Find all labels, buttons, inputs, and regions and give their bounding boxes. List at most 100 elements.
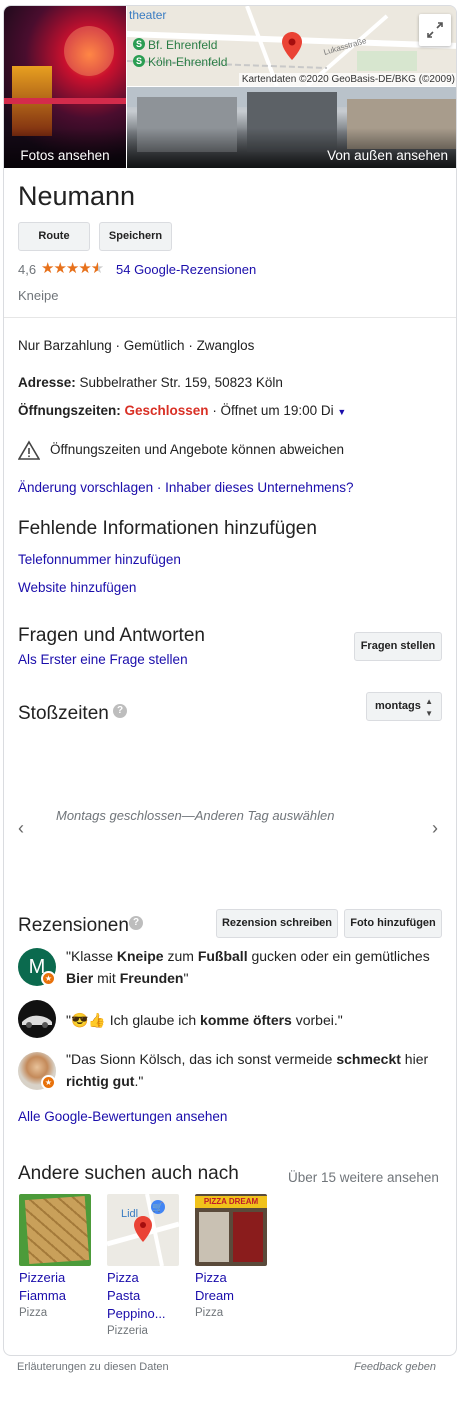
more-results-link[interactable]: Über 15 weitere ansehen	[288, 1170, 439, 1185]
map-copyright: Kartendaten ©2020 GeoBasis-DE/BKG (©2009…	[238, 73, 456, 86]
review-fragment: hier	[400, 1051, 429, 1067]
title-line: Dream	[195, 1288, 235, 1303]
rating-stars: ★★★★★	[41, 260, 104, 277]
street-view-caption: Von außen ansehen	[127, 128, 456, 168]
review-highlight: schmeckt	[336, 1051, 401, 1067]
link-separator: ·	[153, 480, 166, 495]
hours-row[interactable]: Öffnungszeiten: Geschlossen · Öffnet um …	[18, 403, 346, 418]
add-phone-link[interactable]: Telefonnummer hinzufügen	[18, 552, 181, 567]
hours-next: · Öffnet um 19:00 Di	[208, 403, 334, 418]
emoji-sunglasses-thumbsup-icon: 😎👍	[70, 1012, 106, 1028]
help-icon[interactable]: ?	[113, 704, 127, 718]
expand-icon	[427, 22, 443, 38]
suggest-edit-link[interactable]: Änderung vorschlagen	[18, 480, 153, 495]
light-glow	[64, 26, 114, 76]
attributes: Nur Barzahlung · Gemütlich · Zwanglos	[18, 338, 255, 353]
review-fragment: "	[183, 970, 189, 986]
edit-links: Änderung vorschlagen · Inhaber dieses Un…	[18, 480, 353, 495]
review-fragment: gucken oder ein gemütliches	[247, 948, 430, 964]
review-fragment: "Das Sionn Kölsch, das ich sonst vermeid…	[66, 1051, 337, 1067]
save-button[interactable]: Speichern	[99, 222, 172, 251]
hours-label: Öffnungszeiten:	[18, 403, 121, 418]
title-line: Peppino...	[107, 1306, 166, 1321]
address-row: Adresse: Subbelrather Str. 159, 50823 Kö…	[18, 375, 283, 390]
title-line: Pizza	[195, 1270, 227, 1285]
reviews-title: Rezensionen	[18, 915, 129, 936]
avatar[interactable]	[18, 1000, 56, 1038]
map-label-bf-ehrenfeld: Bf. Ehrenfeld	[148, 38, 218, 52]
street-view-photo[interactable]: Von außen ansehen	[127, 87, 456, 168]
add-website-link[interactable]: Website hinzufügen	[18, 580, 136, 595]
interior-photo[interactable]: Fotos ansehen	[4, 6, 126, 168]
rating-value: 4,6	[18, 262, 37, 277]
other-item-type: Pizza	[19, 1307, 48, 1319]
review-highlight: Bier	[66, 970, 94, 986]
pizza-image	[24, 1195, 90, 1265]
address-label: Adresse:	[18, 375, 76, 390]
review-highlight: richtig gut	[66, 1073, 135, 1089]
other-item-type: Pizzeria	[107, 1325, 148, 1337]
data-explanation-link[interactable]: Erläuterungen zu diesen Daten	[17, 1361, 169, 1373]
other-item-title[interactable]: Pizza Pasta Peppino...	[107, 1269, 187, 1323]
title-line: Pasta	[107, 1288, 141, 1303]
missing-info-title: Fehlende Informationen hinzufügen	[18, 518, 317, 539]
day-select-value: montags	[375, 700, 421, 712]
shop-window	[199, 1212, 229, 1262]
review-highlight: Fußball	[197, 948, 248, 964]
closed-message: Montags geschlossen—Anderen Tag auswähle…	[56, 808, 335, 823]
review-fragment: ."	[134, 1073, 144, 1089]
other-item-type: Pizza	[195, 1307, 224, 1319]
review-fragment: zum	[163, 948, 198, 964]
add-photo-button[interactable]: Foto hinzufügen	[344, 909, 442, 938]
popular-times-title: Stoßzeiten	[18, 703, 109, 724]
title-line: Pizzeria	[19, 1270, 66, 1285]
help-icon[interactable]: ?	[129, 916, 143, 930]
other-item-title[interactable]: Pizza Dream	[195, 1269, 275, 1305]
next-day-chevron-icon[interactable]: ›	[432, 818, 438, 839]
review-text: "Klasse Kneipe zum Fußball gucken oder e…	[66, 945, 446, 989]
owner-link[interactable]: Inhaber dieses Unternehmens?	[165, 480, 353, 495]
warning-icon	[18, 440, 40, 460]
review-fragment: "Klasse	[66, 948, 117, 964]
divider	[4, 317, 456, 318]
dropdown-arrow-icon[interactable]: ▼	[337, 407, 346, 417]
prev-day-chevron-icon[interactable]: ‹	[18, 818, 24, 839]
place-category: Kneipe	[18, 288, 59, 303]
sbahn-icon: S	[133, 38, 145, 50]
ask-question-button[interactable]: Fragen stellen	[354, 632, 442, 661]
avatar-car-image	[22, 1015, 52, 1028]
title-line: Pizza	[107, 1270, 139, 1285]
hours-status: Geschlossen	[124, 403, 209, 418]
review-highlight: Kneipe	[116, 948, 164, 964]
route-button[interactable]: Route	[18, 222, 90, 251]
feedback-link[interactable]: Feedback geben	[354, 1361, 436, 1373]
day-select[interactable]: montags ▲ ▼	[366, 692, 442, 721]
all-reviews-link[interactable]: Alle Google-Bewertungen ansehen	[18, 1109, 227, 1124]
location-pin-icon	[282, 32, 302, 60]
pizzeria-fiamma-thumbnail[interactable]	[19, 1194, 91, 1266]
title-line: Fiamma	[19, 1288, 66, 1303]
address-value[interactable]: Subbelrather Str. 159, 50823 Köln	[80, 375, 283, 390]
others-title: Andere suchen auch nach	[18, 1163, 239, 1184]
review-fragment: mit	[93, 970, 120, 986]
photos-caption: Fotos ansehen	[4, 128, 126, 168]
write-review-button[interactable]: Rezension schreiben	[216, 909, 338, 938]
expand-map-button[interactable]	[419, 14, 451, 46]
first-question-link[interactable]: Als Erster eine Frage stellen	[18, 652, 188, 667]
select-arrows-icon: ▲ ▼	[425, 697, 433, 718]
neon-shelf	[4, 98, 126, 104]
reviews-link[interactable]: 54 Google-Rezensionen	[116, 262, 256, 277]
other-item-title[interactable]: Pizzeria Fiamma	[19, 1269, 99, 1305]
sbahn-icon: S	[133, 55, 145, 67]
place-title: Neumann	[18, 181, 136, 211]
pizza-dream-thumbnail[interactable]: PIZZA DREAM	[195, 1194, 267, 1266]
knowledge-panel: Fotos ansehen theater S Bf. Ehrenfeld S …	[3, 5, 457, 1356]
pizza-pasta-peppino-map-thumbnail[interactable]: Lidl 🛒	[107, 1194, 179, 1266]
storefront-sign: PIZZA DREAM	[195, 1196, 267, 1208]
review-fragment: Ich glaube ich	[105, 1012, 201, 1028]
review-highlight: Freunden	[119, 970, 184, 986]
qa-title: Fragen und Antworten	[18, 625, 205, 646]
map-thumbnail[interactable]: theater S Bf. Ehrenfeld S Köln-Ehrenfeld…	[127, 6, 456, 86]
review-highlight: komme öfters	[200, 1012, 292, 1028]
review-fragment: vorbei."	[291, 1012, 343, 1028]
